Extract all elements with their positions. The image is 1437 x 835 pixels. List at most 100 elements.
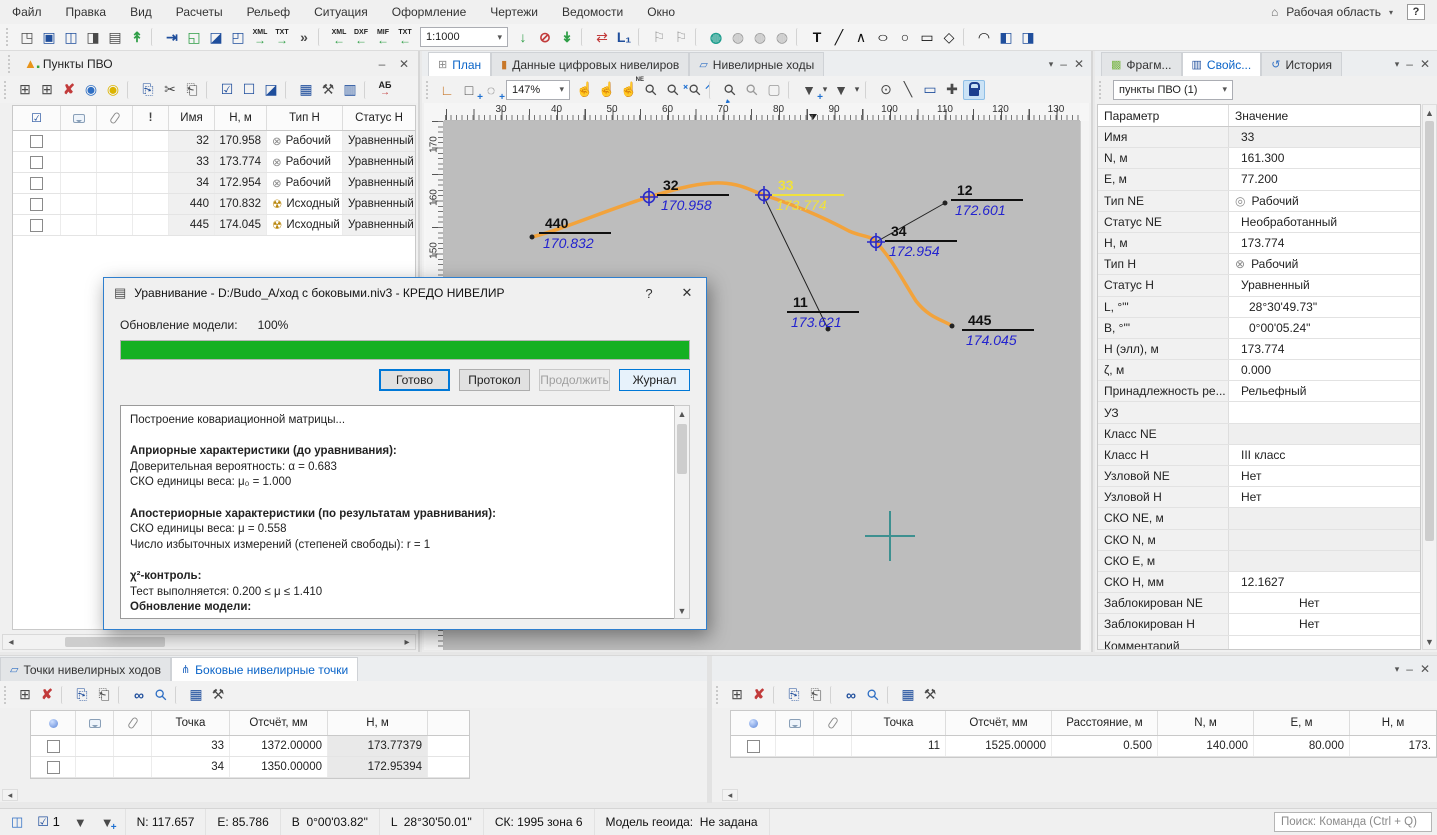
scroll-left-icon[interactable]: ◂: [3, 637, 19, 648]
plan-tab[interactable]: ⊞ План: [428, 52, 491, 76]
globe-icon[interactable]: ◍: [727, 27, 749, 47]
add-row-after-icon[interactable]: ⊞: [36, 80, 58, 100]
import-raster-icon[interactable]: ◱: [183, 27, 205, 47]
table-row[interactable]: 11 1525.00000 0.500 140.000 80.000 173.: [731, 736, 1436, 757]
property-row[interactable]: H (элл), м 173.774: [1098, 339, 1420, 360]
property-value[interactable]: 173.774: [1229, 339, 1420, 359]
property-value[interactable]: ⊗Рабочий: [1229, 254, 1420, 274]
dialog-button[interactable]: Журнал: [619, 369, 690, 391]
column-header-name[interactable]: Имя: [169, 106, 215, 130]
chevron-down-icon[interactable]: ▾: [852, 80, 862, 100]
dialog-button[interactable]: Готово: [379, 369, 450, 391]
row-checkbox[interactable]: [30, 177, 43, 190]
property-value[interactable]: 33: [1229, 127, 1420, 147]
lock-icon[interactable]: [963, 80, 985, 100]
zoom-select[interactable]: 147% ▾: [506, 80, 570, 100]
bottom-tab[interactable]: ▱ Точки нивелирных ходов: [0, 657, 171, 681]
delete-icon[interactable]: ✘: [748, 685, 770, 705]
minimize-button[interactable]: –: [1060, 57, 1067, 71]
coords-icon[interactable]: ∟: [436, 80, 458, 100]
copy-icon[interactable]: ⎘: [783, 685, 805, 705]
table-row[interactable]: 34 172.954 ⊗Рабочий Уравненный: [13, 173, 415, 194]
flag-icon[interactable]: ⚐: [648, 27, 670, 47]
property-value[interactable]: Нет: [1229, 593, 1420, 613]
xml-import-icon[interactable]: XML: [328, 27, 350, 47]
minimize-button[interactable]: –: [1406, 57, 1413, 71]
table-view-icon[interactable]: ▦: [897, 685, 919, 705]
panel-left-icon[interactable]: ◧: [995, 27, 1017, 47]
menu-item[interactable]: Вид: [130, 5, 152, 19]
dxf-import-icon[interactable]: DXF: [350, 27, 372, 47]
paste-icon[interactable]: ⎗: [181, 80, 203, 100]
property-row[interactable]: Заблокирован H Нет: [1098, 614, 1420, 635]
property-row[interactable]: Статус H Уравненный: [1098, 275, 1420, 296]
scroll-left-icon[interactable]: ◂: [2, 789, 18, 801]
select-rect-icon[interactable]: □: [458, 80, 480, 100]
close-button[interactable]: ✕: [1074, 57, 1084, 71]
table-row[interactable]: 34 1350.00000 172.95394: [31, 757, 469, 778]
property-row[interactable]: Узловой NE Нет: [1098, 466, 1420, 487]
tree-icon[interactable]: ↟: [126, 27, 148, 47]
table-row[interactable]: 33 173.774 ⊗Рабочий Уравненный: [13, 152, 415, 173]
delete-icon[interactable]: ✘: [36, 685, 58, 705]
protocol-log[interactable]: Построение ковариационной матрицы...Апри…: [120, 405, 690, 619]
scroll-down-icon[interactable]: ▼: [675, 603, 689, 618]
xml-export-icon[interactable]: XML: [249, 27, 271, 47]
menu-item[interactable]: Расчеты: [176, 5, 223, 19]
menu-item[interactable]: Чертежи: [490, 5, 538, 19]
chevron-down-icon[interactable]: ▾: [1049, 59, 1054, 70]
property-row[interactable]: H, м 173.774: [1098, 233, 1420, 254]
row-checkbox[interactable]: [47, 761, 60, 774]
panel-right-icon[interactable]: ◨: [1017, 27, 1039, 47]
horizontal-scrollbar[interactable]: ◂ ▸: [2, 634, 416, 650]
menu-item[interactable]: Оформление: [392, 5, 466, 19]
map-point-label[interactable]: 11 173.621: [787, 295, 861, 330]
column-header-e[interactable]: E, м: [1254, 711, 1350, 735]
object-selector[interactable]: пункты ПВО (1) ▾: [1113, 80, 1233, 100]
dialog-close-button[interactable]: ✕: [672, 281, 702, 305]
property-value[interactable]: 77.200: [1229, 169, 1420, 189]
right-panel-tab[interactable]: ▩ Фрагм...: [1101, 52, 1182, 76]
pan-icon[interactable]: ☝: [574, 80, 596, 100]
property-value[interactable]: [1229, 424, 1420, 444]
circle-tool-icon[interactable]: ○: [894, 27, 916, 47]
row-checkbox[interactable]: [30, 219, 43, 232]
filter-icon[interactable]: ▼: [74, 815, 87, 830]
snap-line-icon[interactable]: ╲: [897, 80, 919, 100]
vertical-scrollbar[interactable]: [1080, 121, 1089, 650]
select-invert-icon[interactable]: ◪: [260, 80, 282, 100]
cut-icon[interactable]: ✂: [159, 80, 181, 100]
points-chain-icon[interactable]: ↡: [556, 27, 578, 47]
settings-icon[interactable]: ⚒: [919, 685, 941, 705]
property-value[interactable]: Уравненный: [1229, 275, 1420, 295]
right-panel-tab[interactable]: ▥ Свойс...: [1182, 52, 1262, 76]
close-button[interactable]: ✕: [396, 57, 412, 71]
zoom-out-icon[interactable]: ⚲: [680, 75, 710, 105]
transform-icon[interactable]: ⇄: [591, 27, 613, 47]
table-view-icon[interactable]: ▦: [185, 685, 207, 705]
select-cursor-icon[interactable]: ☑: [31, 111, 42, 125]
dialog-help-button[interactable]: ?: [634, 281, 664, 305]
scroll-thumb[interactable]: [677, 424, 687, 474]
close-button[interactable]: ✕: [1420, 57, 1430, 71]
menu-item[interactable]: Окно: [647, 5, 675, 19]
column-header-status[interactable]: Статус H: [343, 106, 415, 130]
txt-import-icon[interactable]: TXT: [394, 27, 416, 47]
globe2-icon[interactable]: ◍: [749, 27, 771, 47]
dialog-titlebar[interactable]: ▤ Уравнивание - D:/Budo_A/ход с боковыми…: [104, 278, 706, 308]
minimize-button[interactable]: –: [1406, 662, 1413, 676]
plan-tab[interactable]: ▮ Данные цифровых нивелиров: [491, 52, 689, 76]
property-row[interactable]: Имя 33: [1098, 127, 1420, 148]
scroll-thumb[interactable]: [1425, 121, 1434, 541]
minimize-button[interactable]: –: [374, 57, 390, 71]
plan-tab[interactable]: ▱ Нивелирные ходы: [689, 52, 824, 76]
property-value[interactable]: 0.000: [1229, 360, 1420, 380]
row-checkbox[interactable]: [30, 198, 43, 211]
text-tool-icon[interactable]: T: [806, 27, 828, 47]
table-row[interactable]: 440 170.832 ☢Исходный Уравненный: [13, 194, 415, 215]
select-contour-icon[interactable]: ◌: [480, 80, 502, 100]
column-header-h[interactable]: H, м: [328, 711, 428, 735]
dialog-button[interactable]: Продолжить: [539, 369, 610, 391]
property-row[interactable]: Тип NE ◎Рабочий: [1098, 191, 1420, 212]
open-icon[interactable]: ◳: [16, 27, 38, 47]
